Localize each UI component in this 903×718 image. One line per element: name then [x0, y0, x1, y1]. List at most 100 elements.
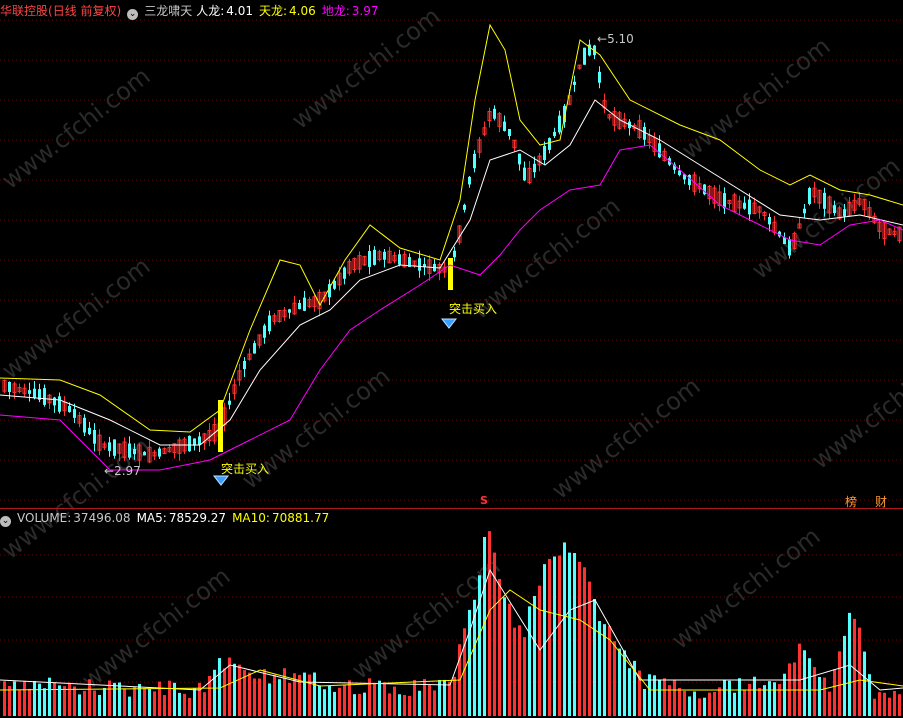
volume-bar	[703, 697, 706, 716]
volume-bar	[658, 679, 661, 716]
volume-bar	[318, 685, 321, 716]
volume-bar	[898, 694, 901, 716]
buy-signal-label-1: 突击买入	[221, 462, 270, 476]
watermark-text: www.cfchi.com	[806, 342, 903, 475]
volume-bar	[288, 682, 291, 716]
volume-bar	[3, 681, 6, 716]
candle-body	[398, 254, 401, 265]
candle-body	[743, 202, 746, 209]
volume-bar	[713, 691, 716, 716]
candle-body	[58, 396, 61, 412]
volume-bar	[78, 694, 81, 716]
volume-bar	[433, 690, 436, 716]
candle-body	[808, 188, 811, 204]
watermark-text: www.cfchi.com	[546, 372, 705, 505]
candle-body	[643, 126, 646, 140]
candle-body	[298, 302, 301, 310]
volume-panel-header: ⌄ VOLUME: 37496.08 MA5: 78529.27 MA10: 70881.7…	[0, 510, 335, 527]
volume-label: VOLUME:	[17, 511, 72, 525]
candle-body	[198, 436, 201, 445]
volume-bar	[173, 682, 176, 716]
volume-bar	[733, 692, 736, 716]
candle-body	[73, 409, 76, 418]
indicator-name: 三龙啸天	[144, 4, 193, 18]
volume-bar	[283, 668, 286, 716]
volume-bar	[478, 575, 481, 716]
low-price-value: 2.97	[114, 464, 141, 478]
volume-bar	[758, 687, 761, 716]
volume-bar	[683, 690, 686, 716]
volume-bar	[648, 674, 651, 716]
candle-body	[678, 170, 681, 175]
ma5-value: 78529.27	[168, 511, 227, 525]
volume-bar	[218, 658, 221, 716]
volume-bar	[558, 555, 561, 716]
watermark-text: www.cfchi.com	[676, 32, 835, 165]
diamond-icon	[212, 475, 230, 486]
indicator-menu-icon[interactable]: ⌄	[127, 9, 139, 20]
volume-bar	[743, 689, 746, 716]
candle-body	[573, 81, 576, 85]
volume-bar	[538, 585, 541, 716]
volume-bar	[803, 650, 806, 716]
volume-bar	[48, 677, 51, 716]
candle-body	[143, 451, 146, 456]
volume-bar	[33, 681, 36, 716]
volume-bar	[43, 688, 46, 716]
candle-body	[503, 121, 506, 131]
volume-bar	[338, 687, 341, 716]
di-long-label: 地龙:	[321, 4, 350, 18]
volume-bar	[838, 651, 841, 716]
candle-body	[598, 71, 601, 83]
finance-tag[interactable]: 财	[875, 493, 887, 510]
ren-long-label: 人龙:	[196, 4, 225, 18]
stock-name: 华联控股	[0, 4, 49, 18]
volume-bar	[748, 683, 751, 716]
volume-bar	[583, 567, 586, 716]
volume-bar	[333, 691, 336, 716]
volume-bar	[818, 676, 821, 716]
volume-bar	[828, 691, 831, 716]
volume-bar	[203, 692, 206, 716]
volume-bar	[23, 680, 26, 716]
volume-bar	[723, 679, 726, 716]
watermark-text: www.cfchi.com	[0, 252, 155, 385]
candle-body	[723, 193, 726, 209]
volume-bar	[273, 674, 276, 716]
volume-menu-icon[interactable]: ⌄	[0, 516, 11, 527]
candle-body	[333, 280, 336, 289]
volume-bar	[413, 680, 416, 716]
diamond-icon	[440, 318, 458, 329]
candle-body	[253, 343, 256, 354]
candle-body	[508, 129, 511, 136]
candle-body	[383, 251, 386, 260]
s-tag[interactable]: S	[480, 494, 488, 507]
volume-bar	[408, 695, 411, 716]
volume-bar	[863, 651, 866, 716]
candle-body	[128, 443, 131, 458]
volume-bar	[643, 689, 646, 716]
volume-bar	[323, 689, 326, 716]
volume-bar	[148, 689, 151, 716]
candle-body	[833, 205, 836, 214]
volume-bar	[398, 694, 401, 716]
volume-bar	[688, 696, 691, 716]
volume-bar	[553, 556, 556, 716]
volume-bar	[753, 676, 756, 716]
volume-bar	[628, 668, 631, 716]
volume-bar	[188, 697, 191, 716]
volume-bar	[143, 688, 146, 716]
rank-tag[interactable]: 榜	[845, 493, 857, 510]
candle-body	[493, 108, 496, 119]
candle-body	[33, 388, 36, 398]
panel-divider	[0, 508, 903, 509]
volume-bar	[563, 542, 566, 716]
watermark-text: www.cfchi.com	[666, 522, 825, 655]
volume-bar	[698, 698, 701, 716]
volume-bar	[618, 648, 621, 716]
volume-bar	[653, 675, 656, 716]
volume-bar	[533, 596, 536, 716]
volume-bar	[278, 679, 281, 716]
buy-signal-bar	[448, 258, 453, 290]
volume-bar	[8, 686, 11, 716]
